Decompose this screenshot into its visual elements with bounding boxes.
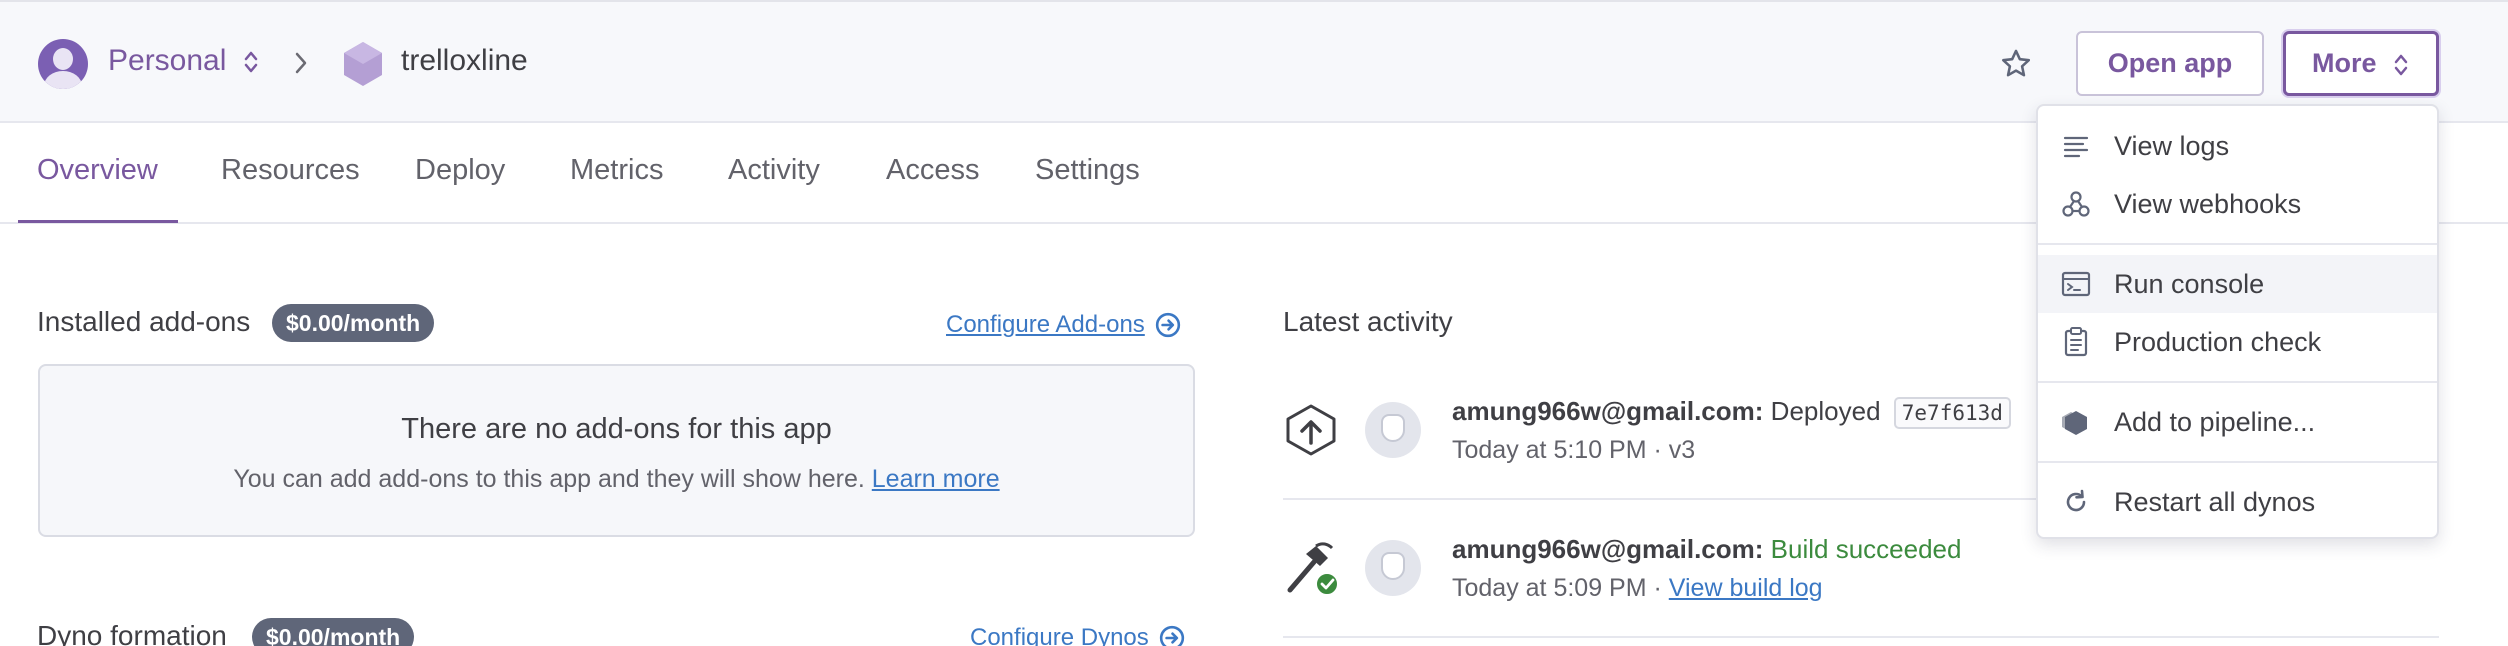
arrow-circle-right-icon — [1159, 625, 1184, 646]
activity-meta: Today at 5:09 PM · View build log — [1452, 574, 1823, 603]
open-app-button[interactable]: Open app — [2076, 31, 2264, 96]
menu-item-view-webhooks[interactable]: View webhooks — [2038, 175, 2437, 233]
activity-time: Today at 5:10 PM · v3 — [1452, 436, 1696, 464]
chevron-up-down-icon[interactable] — [243, 49, 259, 75]
more-label: More — [2312, 48, 2377, 78]
deploy-icon — [1286, 404, 1336, 456]
menu-divider — [2038, 461, 2437, 463]
addons-empty-description: You can add add-ons to this app and they… — [233, 465, 865, 493]
star-icon[interactable] — [1999, 47, 2033, 81]
activity-action: Deployed — [1770, 396, 1881, 426]
chevron-up-down-icon — [2394, 54, 2407, 75]
logs-icon — [2060, 130, 2092, 162]
menu-item-add-to-pipeline[interactable]: Add to pipeline... — [2038, 393, 2437, 451]
avatar — [1365, 402, 1421, 458]
arrow-circle-right-icon — [1155, 312, 1180, 338]
configure-dynos-label: Configure Dynos — [970, 624, 1149, 646]
user-avatar[interactable] — [38, 39, 88, 89]
breadcrumb-chevron-icon — [295, 52, 307, 74]
menu-item-label: View webhooks — [2114, 188, 2302, 219]
active-tab-indicator — [18, 220, 178, 223]
menu-item-label: Restart all dynos — [2114, 486, 2316, 517]
activity-action: Build succeeded — [1770, 534, 1962, 564]
menu-divider — [2038, 243, 2437, 245]
addons-price-badge: $0.00/month — [272, 304, 435, 342]
menu-item-label: Production check — [2114, 326, 2322, 357]
configure-addons-link[interactable]: Configure Add-ons — [946, 311, 1181, 339]
app-hexagon-icon — [344, 42, 382, 86]
activity-item-deploy: amung966w@gmail.com: Deployed 7e7f613d — [1452, 396, 2011, 429]
avatar — [1365, 540, 1421, 596]
open-app-label: Open app — [2107, 48, 2233, 78]
dynos-price-badge: $0.00/month — [252, 618, 415, 646]
view-build-log-link[interactable]: View build log — [1669, 574, 1823, 602]
menu-item-label: Run console — [2114, 268, 2265, 299]
activity-user[interactable]: amung966w@gmail.com: — [1452, 534, 1763, 564]
console-icon — [2060, 268, 2092, 300]
dynos-title: Dyno formation — [37, 620, 227, 646]
activity-divider — [1283, 636, 2439, 638]
addons-empty-state: There are no add-ons for this app You ca… — [38, 364, 1195, 537]
activity-time: Today at 5:09 PM · — [1452, 574, 1669, 602]
tab-settings[interactable]: Settings — [1035, 154, 1140, 187]
menu-divider — [2038, 381, 2437, 383]
tab-resources[interactable]: Resources — [221, 154, 360, 187]
more-button[interactable]: More — [2283, 31, 2439, 96]
addons-title: Installed add-ons — [37, 306, 251, 337]
addons-empty-text: You can add add-ons to this app and they… — [40, 465, 1193, 494]
tab-access[interactable]: Access — [886, 154, 979, 187]
menu-item-label: View logs — [2114, 130, 2230, 161]
activity-item-build: amung966w@gmail.com: Build succeeded — [1452, 534, 1961, 565]
build-success-icon — [1287, 542, 1339, 596]
learn-more-link[interactable]: Learn more — [872, 465, 1000, 493]
activity-user[interactable]: amung966w@gmail.com: — [1452, 396, 1763, 426]
clipboard-icon — [2060, 326, 2092, 358]
more-dropdown-menu: View logs View webhooks Run console Prod… — [2036, 104, 2439, 539]
menu-item-view-logs[interactable]: View logs — [2038, 117, 2437, 175]
configure-dynos-link[interactable]: Configure Dynos — [970, 624, 1185, 646]
pipeline-icon — [2060, 406, 2092, 438]
configure-addons-label: Configure Add-ons — [946, 311, 1145, 338]
menu-item-label: Add to pipeline... — [2114, 406, 2316, 437]
app-name[interactable]: trelloxline — [401, 44, 528, 78]
tab-metrics[interactable]: Metrics — [570, 154, 663, 187]
team-switcher-label[interactable]: Personal — [108, 44, 226, 78]
restart-icon — [2060, 486, 2092, 518]
addons-empty-title: There are no add-ons for this app — [401, 413, 832, 445]
tab-deploy[interactable]: Deploy — [415, 154, 505, 187]
webhooks-icon — [2060, 188, 2092, 220]
menu-item-restart-dynos[interactable]: Restart all dynos — [2038, 473, 2437, 531]
tab-activity[interactable]: Activity — [728, 154, 820, 187]
menu-item-run-console[interactable]: Run console — [2038, 255, 2437, 313]
commit-sha[interactable]: 7e7f613d — [1893, 397, 2011, 429]
tab-overview[interactable]: Overview — [37, 154, 158, 187]
activity-title: Latest activity — [1283, 306, 1453, 337]
menu-item-production-check[interactable]: Production check — [2038, 313, 2437, 371]
